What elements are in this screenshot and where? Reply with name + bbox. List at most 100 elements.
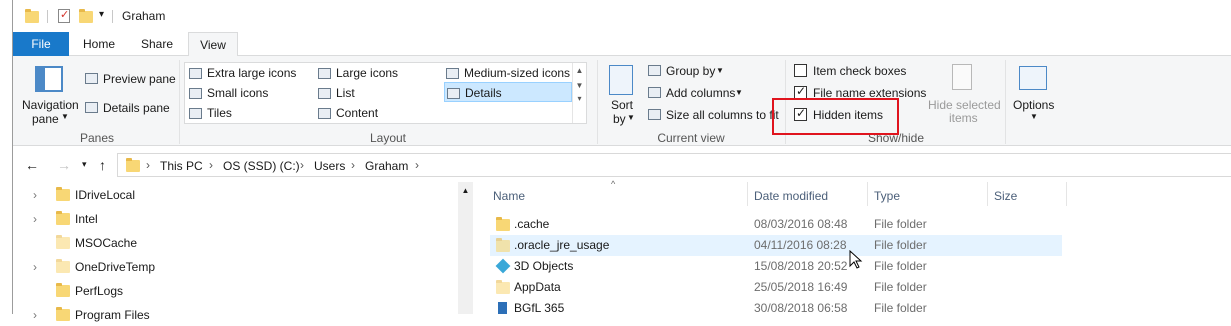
layout-item-label: Extra large icons [207, 66, 297, 80]
column-header-size[interactable]: Size [994, 186, 1017, 206]
chevron-right-icon[interactable]: › [300, 158, 304, 172]
file-row[interactable]: 3D Objects 15/08/2018 20:52 File folder [490, 256, 1062, 277]
file-row[interactable]: .oracle_jre_usage 04/11/2016 08:28 File … [490, 235, 1062, 256]
layout-gallery-scroll[interactable]: ▲ ▼ ▾ [572, 63, 586, 123]
tab-share[interactable]: Share [133, 32, 181, 56]
window-title: Graham [122, 9, 166, 23]
file-name: BGfL 365 [514, 301, 565, 315]
layout-item-label: Content [336, 106, 379, 120]
folder-icon [496, 238, 510, 252]
file-name: .cache [514, 217, 550, 231]
item-check-boxes-checkbox[interactable] [794, 64, 807, 77]
group-divider [179, 60, 180, 144]
navigation-pane-label: Navigation [22, 98, 79, 112]
column-header-name[interactable]: Name [493, 186, 525, 206]
gallery-more-icon[interactable]: ▾ [573, 94, 586, 103]
customize-toolbar-icon[interactable]: ▾ [99, 9, 104, 20]
small-icons-icon [189, 88, 202, 100]
column-divider[interactable] [747, 182, 748, 206]
layout-content[interactable]: Content [318, 103, 378, 123]
large-icons-icon [318, 68, 331, 80]
breadcrumb-users[interactable]: Users [314, 159, 345, 173]
layout-list[interactable]: List [318, 83, 355, 103]
chevron-right-icon[interactable]: › [351, 158, 355, 172]
chevron-up-icon[interactable]: ▲ [573, 66, 586, 75]
up-arrow-icon[interactable]: ↑ [99, 157, 106, 173]
file-row[interactable]: .cache 08/03/2016 08:48 File folder [490, 214, 1062, 235]
file-type: File folder [874, 259, 927, 273]
folder-icon [56, 283, 70, 297]
chevron-right-icon[interactable]: › [33, 208, 37, 230]
back-arrow-icon[interactable]: ← [25, 157, 39, 173]
details-pane-icon [85, 102, 98, 113]
onedrive-business-icon [498, 302, 507, 314]
mouse-cursor-icon [849, 250, 863, 269]
layout-item-label: List [336, 86, 355, 100]
file-type: File folder [874, 217, 927, 231]
chevron-right-icon[interactable]: › [415, 158, 419, 172]
group-by-label: Group by [666, 64, 716, 78]
file-type: File folder [874, 280, 927, 294]
layout-large-icons[interactable]: Large icons [318, 63, 398, 83]
file-name: AppData [514, 280, 561, 294]
options-icon [1019, 66, 1047, 90]
options-label: Options [1013, 98, 1055, 112]
sort-by-label: Sort [611, 98, 634, 112]
column-divider[interactable] [1066, 182, 1067, 206]
layout-item-label: Large icons [336, 66, 399, 80]
chevron-right-icon[interactable]: › [33, 304, 37, 326]
breadcrumb-this-pc[interactable]: This PC [160, 159, 203, 173]
group-label-layout: Layout [369, 131, 407, 145]
size-all-columns-label: Size all columns to fit [666, 108, 779, 122]
address-bar[interactable]: › This PC › OS (SSD) (C:) › Users › Grah… [117, 153, 1231, 177]
column-divider[interactable] [987, 182, 988, 206]
details-pane-label: Details pane [103, 101, 170, 115]
highlight-annotation [772, 98, 899, 135]
folder-icon [56, 211, 70, 225]
layout-extra-large-icons[interactable]: Extra large icons [189, 63, 296, 83]
explorer-window: ✓ ▾ Graham File Home Share View Navigati… [12, 0, 1231, 322]
content-icon [318, 108, 331, 120]
add-columns-label: Add columns [666, 86, 736, 100]
ribbon-view: Navigation pane ▼ Preview pane Details p… [13, 56, 1231, 146]
navigation-pane: › IDriveLocal › Intel MSOCache › OneDriv… [13, 182, 473, 322]
file-row[interactable]: BGfL 365 30/08/2018 06:58 File folder [490, 298, 1062, 319]
breadcrumb-graham[interactable]: Graham [365, 159, 408, 173]
properties-icon[interactable]: ✓ [58, 9, 70, 23]
divider [47, 10, 48, 23]
column-divider[interactable] [867, 182, 868, 206]
chevron-right-icon[interactable]: › [33, 256, 37, 278]
chevron-right-icon[interactable]: › [146, 158, 150, 172]
size-columns-icon [648, 109, 661, 120]
file-row[interactable]: AppData 25/05/2018 16:49 File folder [490, 277, 1062, 298]
hide-selected-sublabel: items [949, 111, 978, 125]
layout-tiles[interactable]: Tiles [189, 103, 232, 123]
file-name: .oracle_jre_usage [514, 238, 610, 252]
scroll-up-icon[interactable]: ▲ [458, 186, 473, 195]
column-header-type[interactable]: Type [874, 186, 900, 206]
layout-medium-icons[interactable]: Medium-sized icons [446, 63, 570, 83]
group-divider [1005, 60, 1006, 144]
column-header-date-modified[interactable]: Date modified [754, 186, 828, 206]
layout-small-icons[interactable]: Small icons [189, 83, 268, 103]
layout-details[interactable]: Details [444, 82, 572, 102]
tab-home[interactable]: Home [75, 32, 123, 56]
dropdown-arrow-icon: ▼ [1030, 112, 1038, 121]
preview-pane-label: Preview pane [103, 72, 176, 86]
chevron-right-icon[interactable]: › [209, 158, 213, 172]
layout-item-label: Tiles [207, 106, 232, 120]
hide-selected-icon [952, 64, 972, 90]
tab-view[interactable]: View [188, 32, 238, 57]
forward-arrow-icon[interactable]: → [57, 157, 71, 173]
recent-locations-icon[interactable]: ▾ [82, 159, 87, 170]
nav-pane-scrollbar[interactable]: ▲ [458, 182, 473, 314]
layout-item-label: Medium-sized icons [464, 66, 571, 80]
new-folder-icon[interactable] [79, 9, 93, 23]
sort-by-sublabel: by [613, 112, 626, 126]
chevron-right-icon[interactable]: › [33, 184, 37, 206]
chevron-down-icon[interactable]: ▼ [573, 81, 586, 90]
nav-item-label: OneDriveTemp [75, 260, 156, 274]
tab-file[interactable]: File [13, 32, 69, 56]
breadcrumb-drive[interactable]: OS (SSD) (C:) [223, 159, 300, 173]
file-date: 30/08/2018 06:58 [754, 301, 848, 315]
